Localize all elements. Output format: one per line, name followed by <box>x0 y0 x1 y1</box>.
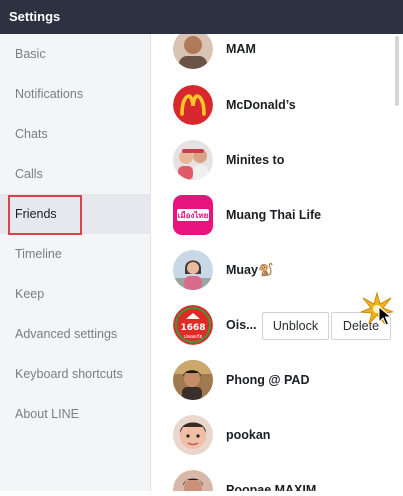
sidebar-item-keep[interactable]: Keep <box>0 274 150 314</box>
friend-name: MAM <box>226 42 256 56</box>
sidebar-item-friends[interactable]: Friends <box>0 194 150 234</box>
friends-list: MAM McDonald’s Minites to เมืองไทย Muang… <box>151 34 403 491</box>
friend-row[interactable]: Muay🐒 <box>151 240 403 300</box>
friend-row[interactable]: Minites to <box>151 130 403 190</box>
friend-name: Muang Thai Life <box>226 208 322 222</box>
1668-logo-subtext: ปลอดภัย <box>184 334 203 340</box>
friend-row[interactable]: เมืองไทย Muang Thai Life <box>151 185 403 245</box>
unblock-button[interactable]: Unblock <box>262 312 329 340</box>
1668-logo-text: 1668 <box>180 323 205 333</box>
mouse-cursor-icon <box>378 305 393 331</box>
friend-row[interactable]: MAM <box>151 34 403 79</box>
friend-row[interactable]: McDonald’s <box>151 75 403 135</box>
friend-name: Poopae MAXIM <box>226 483 317 491</box>
sidebar-item-keyboard-shortcuts[interactable]: Keyboard shortcuts <box>0 354 150 394</box>
friend-avatar <box>173 360 213 400</box>
sidebar-item-chats[interactable]: Chats <box>0 114 150 154</box>
window-title: Settings <box>0 0 403 34</box>
friend-name: Phong @ PAD <box>226 373 310 387</box>
muang-thai-logo-icon: เมืองไทย <box>173 195 213 235</box>
sidebar-item-timeline[interactable]: Timeline <box>0 234 150 274</box>
friend-avatar <box>173 470 213 491</box>
sidebar-item-notifications[interactable]: Notifications <box>0 74 150 114</box>
sidebar-item-about-line[interactable]: About LINE <box>0 394 150 434</box>
friend-avatar <box>173 34 213 69</box>
friend-name: McDonald’s <box>226 98 296 112</box>
friend-row[interactable]: Phong @ PAD <box>151 350 403 410</box>
friend-name: pookan <box>226 428 271 442</box>
1668-logo-icon: 1668 ปลอดภัย <box>173 305 213 345</box>
settings-sidebar: Basic Notifications Chats Calls Friends … <box>0 34 151 491</box>
sidebar-item-advanced-settings[interactable]: Advanced settings <box>0 314 150 354</box>
friend-row[interactable]: pookan <box>151 405 403 465</box>
friend-name: Ois... <box>226 318 257 332</box>
friend-row[interactable]: Poopae MAXIM <box>151 460 403 491</box>
friend-name: Muay🐒 <box>226 263 274 277</box>
friend-avatar <box>173 140 213 180</box>
mcdonalds-logo-icon <box>173 85 213 125</box>
friend-avatar <box>173 250 213 290</box>
muang-thai-logo-text: เมืองไทย <box>178 210 209 220</box>
friend-avatar <box>173 415 213 455</box>
scrollbar[interactable] <box>391 34 403 491</box>
friend-name: Minites to <box>226 153 285 167</box>
sidebar-item-calls[interactable]: Calls <box>0 154 150 194</box>
sidebar-item-basic[interactable]: Basic <box>0 34 150 74</box>
